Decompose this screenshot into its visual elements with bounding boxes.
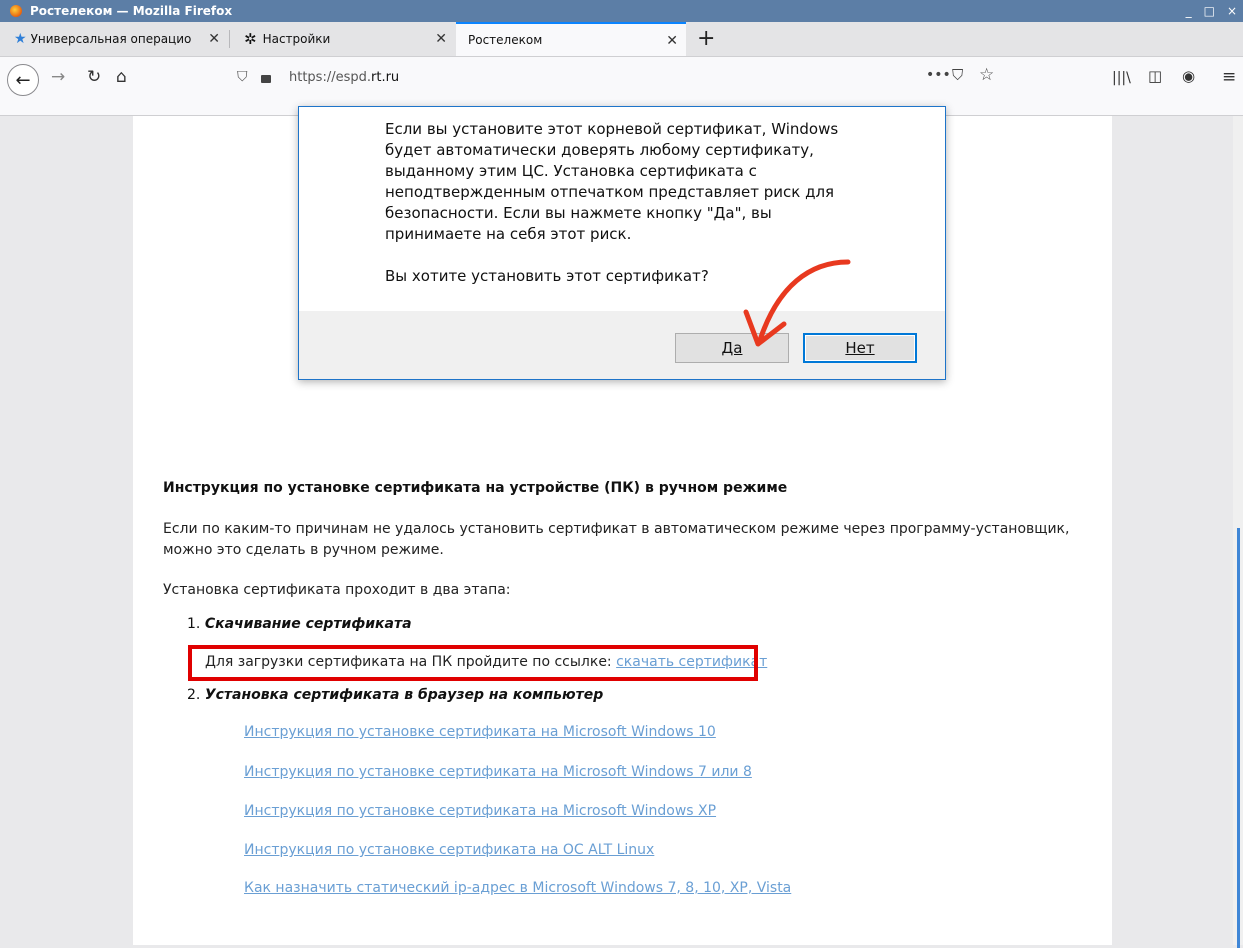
firefox-logo-icon xyxy=(10,5,22,17)
dialog-line: принимаете на себя этот риск. xyxy=(385,225,632,243)
tab-label: Универсальная операцио xyxy=(30,32,192,46)
url-bar[interactable]: ⛉ https://espd.rt.ru ••• ⛉ ☆ xyxy=(229,63,1034,93)
scrollbar-thumb[interactable] xyxy=(1237,528,1240,948)
close-tab-icon[interactable]: ✕ xyxy=(666,33,678,49)
link-windows-10[interactable]: Инструкция по установке сертификата на M… xyxy=(244,724,716,740)
dialog-line: будет автоматически доверять любому серт… xyxy=(385,141,814,159)
home-button[interactable]: ⌂ xyxy=(116,67,127,87)
lock-icon[interactable] xyxy=(261,75,271,83)
dialog-line: выданному этим ЦС. Установка сертификата… xyxy=(385,162,757,180)
dialog-line: безопасности. Если вы нажмете кнопку "Да… xyxy=(385,204,772,222)
arrow-left-icon: ← xyxy=(15,69,31,91)
tab-bar: ★ Универсальная операцио ✕ ✲ Настройки ✕… xyxy=(0,22,1243,57)
highlight-box xyxy=(188,645,758,681)
step-1: 1. Скачивание сертификата xyxy=(187,616,412,632)
dialog-line: Если вы установите этот корневой сертифи… xyxy=(385,120,839,138)
intro-line-1: Если по каким-то причинам не удалось уст… xyxy=(163,521,1070,537)
stages-text: Установка сертификата проходит в два эта… xyxy=(163,582,511,598)
star-icon: ★ xyxy=(14,31,27,47)
pocket-icon[interactable]: ⛉ xyxy=(952,66,963,84)
dialog-line: неподтвержденным отпечатком представляет… xyxy=(385,183,835,201)
back-button[interactable]: ← xyxy=(7,64,39,96)
link-windows-xp[interactable]: Инструкция по установке сертификата на M… xyxy=(244,803,716,819)
link-static-ip[interactable]: Как назначить статический ip-адрес в Mic… xyxy=(244,880,791,896)
account-icon[interactable]: ◉ xyxy=(1182,67,1195,85)
bookmark-star-icon[interactable]: ☆ xyxy=(979,65,994,85)
window-titlebar: Ростелеком — Mozilla Firefox _ □ × xyxy=(0,0,1243,22)
close-window-icon[interactable]: × xyxy=(1227,4,1237,18)
gear-icon: ✲ xyxy=(244,30,257,48)
new-tab-button[interactable]: + xyxy=(697,26,715,51)
link-alt-linux[interactable]: Инструкция по установке сертификата на О… xyxy=(244,842,654,858)
content-area: Если вы установите этот корневой сертифи… xyxy=(0,106,1243,948)
tab-rostelecom[interactable]: Ростелеком ✕ xyxy=(456,22,686,56)
forward-button[interactable]: → xyxy=(51,67,65,87)
library-icon[interactable]: |||\ xyxy=(1112,70,1131,86)
intro-line-2: можно это сделать в ручном режиме. xyxy=(163,542,444,558)
red-arrow-icon xyxy=(743,259,851,347)
shield-icon[interactable]: ⛉ xyxy=(237,69,248,85)
tab-label: Ростелеком xyxy=(468,33,543,47)
menu-icon[interactable]: ≡ xyxy=(1222,67,1236,87)
window-controls: _ □ × xyxy=(1186,0,1243,22)
page-actions-icon[interactable]: ••• xyxy=(926,67,951,83)
tab-settings[interactable]: ✲ Настройки ✕ xyxy=(230,22,455,56)
reload-button[interactable]: ↻ xyxy=(87,67,101,87)
close-tab-icon[interactable]: ✕ xyxy=(208,31,220,47)
minimize-icon[interactable]: _ xyxy=(1186,4,1192,18)
tab-universal[interactable]: ★ Универсальная операцио ✕ xyxy=(0,22,228,56)
link-windows-7-8[interactable]: Инструкция по установке сертификата на M… xyxy=(244,764,752,780)
maximize-icon[interactable]: □ xyxy=(1204,4,1215,18)
window-title: Ростелеком — Mozilla Firefox xyxy=(30,4,233,18)
tab-label: Настройки xyxy=(262,32,331,46)
sidebar-icon[interactable]: ◫ xyxy=(1148,67,1162,85)
close-tab-icon[interactable]: ✕ xyxy=(435,31,447,47)
article-heading: Инструкция по установке сертификата на у… xyxy=(163,480,788,496)
step-2: 2. Установка сертификата в браузер на ко… xyxy=(187,687,604,703)
url-text[interactable]: https://espd.rt.ru xyxy=(289,70,399,85)
